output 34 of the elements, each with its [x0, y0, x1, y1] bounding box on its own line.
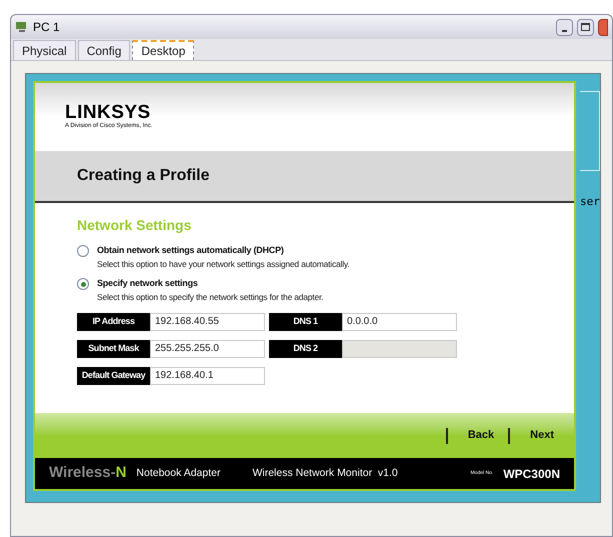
- option-label: Obtain network settings automatically (DHCP): [97, 244, 285, 257]
- input-field[interactable]: 255.255.255.0: [150, 340, 265, 358]
- field-label: Default Gateway: [77, 366, 150, 384]
- tab[interactable]: Desktop: [132, 40, 194, 60]
- option-label: Specify network settings: [97, 277, 199, 290]
- model-number: WPC300N: [503, 466, 560, 482]
- window-title: PC 1: [33, 19, 61, 36]
- brand-name: Wireless-: [49, 464, 116, 482]
- input-field[interactable]: 192.168.40.55: [150, 312, 265, 330]
- section-title: Network Settings: [77, 216, 192, 235]
- nav-button[interactable]: Next: [530, 427, 554, 444]
- radio-button[interactable]: [77, 245, 89, 257]
- product-name: Notebook Adapter: [136, 466, 220, 481]
- tab[interactable]: Physical: [13, 40, 76, 60]
- minimize-button[interactable]: [556, 18, 573, 36]
- input-field[interactable]: 192.168.40.1: [150, 366, 265, 384]
- field-label: Subnet Mask: [77, 340, 150, 358]
- input-field[interactable]: 0.0.0.0: [342, 312, 457, 330]
- page-heading: Creating a Profile: [77, 166, 210, 186]
- pc-icon: [15, 21, 29, 33]
- nav-button[interactable]: Back: [468, 427, 494, 444]
- option-description: Select this option to have your network settings assigned automatically.: [97, 258, 350, 270]
- maximize-button[interactable]: [577, 18, 594, 36]
- desktop-icon-label: ser: [580, 194, 600, 210]
- radio-button[interactable]: [77, 278, 89, 290]
- field-label: IP Address: [77, 312, 150, 330]
- brand-letter: N: [116, 464, 126, 482]
- field-label: DNS 1: [269, 312, 342, 330]
- option-description: Select this option to specify the network settings for the adapter.: [97, 290, 324, 304]
- tab[interactable]: Config: [78, 40, 130, 60]
- close-button[interactable]: [598, 18, 608, 36]
- linksys-logo: LINKSYS: [65, 103, 151, 122]
- app-name: Wireless Network Monitor v1.0: [252, 466, 398, 481]
- field-label: DNS 2: [269, 340, 342, 358]
